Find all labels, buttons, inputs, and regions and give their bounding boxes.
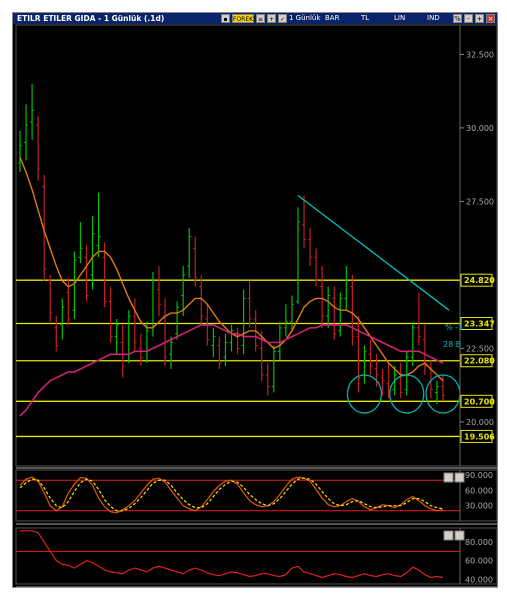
price-bar — [78, 221, 83, 264]
price-bar — [422, 324, 427, 375]
rsi-tick-label-1: 60.000 — [465, 557, 493, 566]
price-bar — [368, 339, 373, 375]
price-tick-label-2: 27.500 — [466, 197, 494, 206]
price-bar — [308, 227, 313, 267]
price-axis: 32.500 30.000 27.500 22.500 20.000 24.820 23.3… — [459, 25, 495, 466]
price-bar — [175, 301, 180, 340]
chart-canvas: 32.500 30.000 27.500 22.500 20.000 24.820 23.3… — [15, 24, 498, 588]
price-badge-label-1: 23.347 — [464, 319, 495, 328]
price-bar — [30, 83, 35, 140]
price-bar — [235, 327, 240, 355]
price-bar — [163, 298, 168, 367]
price-bar — [362, 345, 367, 384]
price-bar — [54, 316, 59, 352]
price-bar — [404, 351, 409, 396]
price-bar — [84, 245, 89, 302]
rsi-tick-label-0: 80.000 — [465, 538, 493, 547]
price-bar — [114, 319, 119, 355]
price-tick-label-1: 30.000 — [466, 124, 494, 133]
price-bar — [271, 345, 276, 393]
price-bar — [332, 286, 337, 340]
main-panel-border — [15, 24, 498, 467]
price-bar — [36, 116, 41, 181]
price-bar — [211, 327, 216, 358]
price-bar — [283, 304, 288, 337]
price-bar — [90, 216, 95, 290]
price-tick-label-3: 22.500 — [466, 344, 494, 353]
osc1-settings-icon[interactable] — [443, 472, 454, 483]
osc2-close-icon[interactable] — [454, 530, 465, 541]
price-bar — [24, 104, 29, 161]
price-bar — [289, 295, 294, 331]
price-bar — [241, 289, 246, 355]
ma-annotation: 28 B — [443, 340, 461, 349]
price-bar — [60, 298, 65, 340]
osc2-settings-icon[interactable] — [443, 530, 454, 541]
price-bar — [96, 192, 101, 258]
stoch-border — [15, 469, 498, 522]
price-badge-label-0: 24.820 — [464, 276, 495, 285]
price-bar — [217, 336, 222, 369]
price-bar — [108, 286, 113, 343]
osc1-close-icon[interactable] — [454, 472, 465, 483]
stoch-tick-label-1: 60.000 — [465, 486, 493, 495]
price-bar — [320, 266, 325, 328]
price-badge-label-3: 20.700 — [464, 397, 495, 406]
price-badge-label-4: 19.506 — [464, 432, 495, 441]
price-bar — [156, 266, 161, 317]
price-bar — [410, 321, 415, 367]
price-bar — [48, 274, 53, 322]
price-bar — [18, 130, 22, 172]
stochastic-panel[interactable]: 90.000 60.000 30.000 — [15, 469, 498, 525]
price-bar — [326, 286, 331, 328]
price-bar — [126, 310, 131, 364]
price-bar — [398, 363, 403, 399]
rsi-panel[interactable]: 80.000 60.000 40.000 — [15, 527, 498, 588]
price-bar — [193, 236, 198, 287]
price-bar — [265, 363, 270, 396]
price-bar — [120, 324, 125, 378]
price-bar — [356, 316, 361, 393]
price-bar — [314, 248, 319, 287]
price-bar — [187, 227, 192, 278]
price-bar — [338, 292, 343, 337]
trend-line — [297, 195, 450, 311]
price-bar — [416, 292, 421, 346]
price-tick-label-4: 20.000 — [466, 418, 494, 427]
price-bar — [350, 274, 355, 346]
stoch-tick-label-0: 90.000 — [465, 471, 493, 480]
price-bar — [169, 336, 174, 369]
pct-annotation: % -1 — [445, 323, 463, 332]
rsi-line — [20, 530, 444, 579]
main-price-panel[interactable] — [15, 24, 498, 469]
price-bar — [247, 280, 252, 328]
price-bar — [72, 251, 77, 319]
price-bar — [344, 266, 349, 311]
stoch-tick-label-2: 30.000 — [465, 502, 493, 511]
price-tick-label-0: 32.500 — [466, 50, 494, 59]
price-bar — [302, 195, 307, 249]
price-badge-label-2: 22.080 — [464, 357, 495, 366]
price-bar — [295, 207, 300, 305]
price-bar — [229, 324, 234, 352]
rsi-tick-label-2: 40.000 — [465, 575, 493, 584]
